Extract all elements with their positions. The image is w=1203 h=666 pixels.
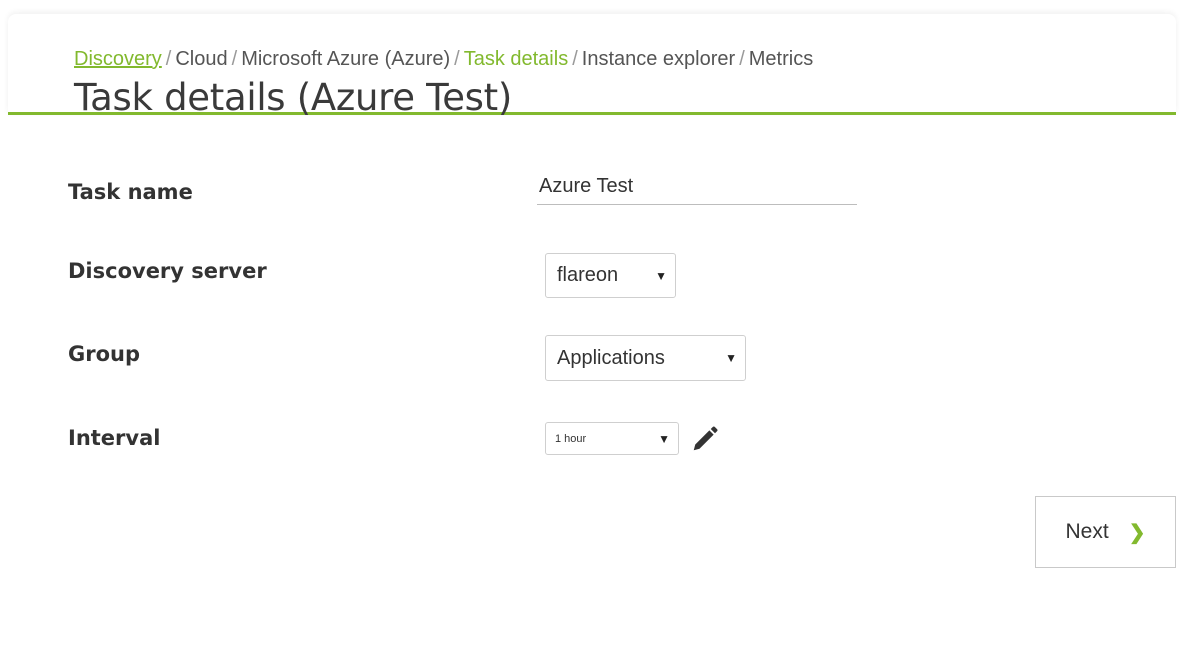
breadcrumb-instance-explorer: Instance explorer <box>581 48 736 70</box>
task-name-label: Task name <box>68 180 193 204</box>
breadcrumb-metrics: Metrics <box>748 48 814 70</box>
breadcrumb-microsoft-azure: Microsoft Azure (Azure) <box>241 48 451 70</box>
breadcrumb-separator: / <box>165 48 172 70</box>
interval-label: Interval <box>68 426 161 450</box>
breadcrumb-task-details[interactable]: Task details <box>464 48 569 70</box>
breadcrumb: Discovery / Cloud / Microsoft Azure (Azure) /… <box>74 48 813 71</box>
page-header: Discovery / Cloud / Microsoft Azure (Azure) /… <box>8 14 1176 119</box>
discovery-server-value: flareon <box>557 264 619 286</box>
chevron-down-icon: ▼ <box>658 431 670 446</box>
breadcrumb-separator: / <box>572 48 578 70</box>
breadcrumb-separator: / <box>231 48 238 70</box>
pencil-icon[interactable] <box>690 424 720 454</box>
discovery-server-select[interactable]: flareon ▼ <box>545 253 676 298</box>
interval-value: 1 hour <box>555 432 587 445</box>
breadcrumb-discovery[interactable]: Discovery <box>74 48 162 70</box>
group-value: Applications <box>557 346 665 369</box>
chevron-down-icon: ▼ <box>725 351 737 365</box>
page-title: Task details (Azure Test) <box>74 76 512 119</box>
group-label: Group <box>68 342 141 366</box>
breadcrumb-cloud: Cloud <box>175 48 228 70</box>
next-button-label: Next <box>1065 520 1109 543</box>
breadcrumb-separator: / <box>739 48 745 70</box>
chevron-down-icon: ▼ <box>655 268 667 283</box>
chevron-right-icon: ❯ <box>1128 521 1146 544</box>
breadcrumb-separator: / <box>454 48 460 70</box>
interval-select[interactable]: 1 hour ▼ <box>545 422 679 455</box>
discovery-server-label: Discovery server <box>68 259 267 283</box>
task-name-input[interactable] <box>537 172 857 205</box>
next-button[interactable]: Next ❯ <box>1035 496 1176 568</box>
group-select[interactable]: Applications ▼ <box>545 335 746 381</box>
